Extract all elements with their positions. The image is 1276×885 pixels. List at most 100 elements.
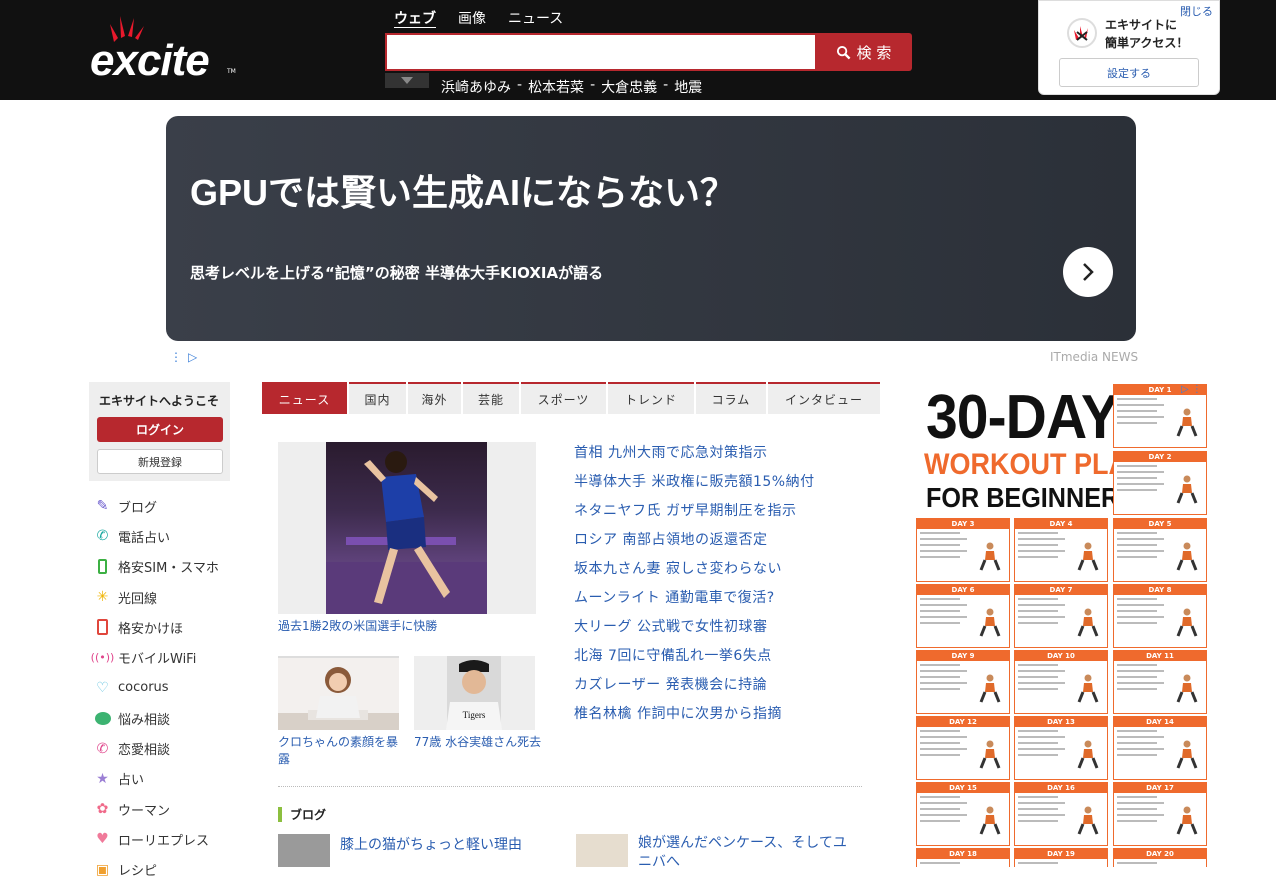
trending-keyword[interactable]: 大倉忠義	[601, 77, 657, 97]
side-nav-phone-fortune[interactable]: ✆ 電話占い	[94, 521, 244, 551]
exercise-figure-icon	[1176, 475, 1198, 504]
side-nav-label: 格安SIM・スマホ	[118, 561, 219, 577]
excite-logo[interactable]: excite TM	[90, 14, 236, 85]
ad-banner-title: GPUでは賢い生成AIにならない？	[190, 172, 737, 213]
tab-entertainment[interactable]: 芸能	[463, 382, 519, 414]
headline-item[interactable]: ムーンライト 通勤電車で復活?	[574, 588, 874, 617]
headline-item[interactable]: 大リーグ 公式戦で女性初球審	[574, 617, 874, 646]
featured-main-caption[interactable]: 過去1勝2敗の米国選手に快勝	[278, 618, 536, 635]
featured-main-image[interactable]	[278, 442, 536, 614]
exercise-list	[1117, 730, 1169, 760]
headline-item[interactable]: ネタニヤフ氏 ガザ早期制圧を指示	[574, 501, 874, 530]
logo-tm: TM	[227, 68, 236, 75]
headline-item[interactable]: 首相 九州大雨で応急対策指示	[574, 443, 874, 472]
workout-day-label: DAY 9	[917, 651, 1009, 661]
more-options-icon[interactable]: ⋮	[170, 350, 182, 364]
workout-ad-subtitle2: FOR BEGINNERS	[926, 482, 1137, 513]
exercise-list	[920, 598, 972, 628]
workout-day-label: DAY 10	[1015, 651, 1107, 661]
exercise-figure-icon	[1077, 542, 1099, 571]
side-nav-laurier[interactable]: ♥ ローリエプレス	[94, 824, 244, 854]
blog-item-title[interactable]: 娘が選んだペンケース、そしてユニバへ	[638, 834, 858, 872]
tab-trend[interactable]: トレンド	[608, 382, 694, 414]
side-nav-wifi[interactable]: ((•)) モバイルWiFi	[91, 642, 244, 672]
side-nav-unlimited-call[interactable]: 格安かけほ	[94, 612, 244, 642]
workout-ad[interactable]: 30-DAY WORKOUT PLAN FOR BEGINNERS DAY 1D…	[916, 382, 1208, 867]
search-tab-web[interactable]: ウェブ	[394, 8, 436, 28]
headline-item[interactable]: 椎名林檎 作詞中に次男から指摘	[574, 704, 874, 733]
headline-item[interactable]: ロシア 南部占領地の返還否定	[574, 530, 874, 559]
adchoices-icon[interactable]: ▷	[188, 350, 197, 364]
search-tab-images[interactable]: 画像	[458, 8, 486, 28]
trending-separator: -	[590, 77, 596, 93]
ad-banner[interactable]: GPUでは賢い生成AIにならない？ 思考レベルを上げる“記憶”の秘密 半導体大手…	[166, 116, 1136, 341]
exercise-figure-icon	[979, 608, 1001, 637]
side-nav-label: ウーマン	[118, 803, 171, 819]
trending-keyword[interactable]: 浜崎あゆみ	[441, 77, 511, 97]
workout-day-label: DAY 7	[1015, 585, 1107, 595]
tab-news[interactable]: ニュース	[262, 382, 347, 414]
headline-item[interactable]: 北海 7回に守備乱れ一挙6失点	[574, 646, 874, 675]
ad-banner-arrow-button[interactable]	[1063, 247, 1113, 297]
quick-access-settings-button[interactable]: 設定する	[1059, 58, 1199, 87]
trending-keyword[interactable]: 松本若菜	[528, 77, 584, 97]
tab-world[interactable]: 海外	[408, 382, 461, 414]
workout-day-card: DAY 7	[1014, 584, 1108, 648]
heading-accent-bar	[278, 807, 282, 822]
side-nav-love[interactable]: ✆ 恋愛相談	[94, 733, 244, 763]
tab-column[interactable]: コラム	[696, 382, 766, 414]
workout-day-label: DAY 13	[1015, 717, 1107, 727]
adchoices-icon[interactable]: ▷ ⋮	[1181, 384, 1202, 395]
quick-access-line2: 簡単アクセス！	[1105, 36, 1189, 50]
side-nav-label: 悩み相談	[118, 712, 171, 728]
exercise-list	[920, 862, 972, 867]
exercise-figure-icon	[1077, 806, 1099, 835]
workout-day-card: DAY 5	[1113, 518, 1207, 582]
featured-sub2-image[interactable]: Tigers	[414, 656, 535, 730]
featured-sub2-caption[interactable]: 77歳 水谷実雄さん死去	[414, 734, 544, 751]
blog-thumb-cat[interactable]	[278, 834, 330, 867]
featured-sub1-caption[interactable]: クロちゃんの素顔を暴露	[278, 734, 402, 768]
side-nav-counsel[interactable]: 悩み相談	[94, 703, 244, 733]
side-nav-fortune[interactable]: ★ 占い	[94, 764, 244, 794]
side-nav-cocorus[interactable]: ♡ cocorus	[94, 673, 244, 703]
workout-day-label: DAY 19	[1015, 849, 1107, 859]
featured-sub1-image[interactable]	[278, 656, 399, 730]
headline-item[interactable]: 半導体大手 米政権に販売額15%納付	[574, 472, 874, 501]
headline-item[interactable]: カズレーザー 発表機会に持論	[574, 675, 874, 704]
workout-day-card: DAY 17	[1113, 782, 1207, 846]
exercise-figure-icon	[1176, 608, 1198, 637]
workout-day-label: DAY 4	[1015, 519, 1107, 529]
trending-keyword[interactable]: 地震	[674, 77, 702, 97]
login-button[interactable]: ログイン	[97, 417, 223, 442]
jersey-text: Tigers	[463, 710, 486, 720]
blog-item-title[interactable]: 膝上の猫がちょっと軽い理由	[340, 834, 522, 854]
side-nav-blog[interactable]: ✎ ブログ	[94, 491, 244, 521]
workout-day-label: DAY 20	[1114, 849, 1206, 859]
side-nav-label: 格安かけほ	[118, 621, 184, 637]
search-tab-news[interactable]: ニュース	[508, 8, 563, 28]
side-nav-fiber[interactable]: ✳ 光回線	[94, 582, 244, 612]
exercise-list	[1117, 598, 1169, 628]
star-icon: ★	[96, 770, 109, 787]
search-input[interactable]	[385, 33, 815, 71]
tab-sports[interactable]: スポーツ	[521, 382, 606, 414]
exercise-list	[920, 796, 972, 826]
search-button[interactable]: 検 索	[815, 33, 912, 71]
exercise-list	[1018, 730, 1070, 760]
ad-info[interactable]: ⋮ ▷	[170, 350, 197, 364]
tab-interview[interactable]: インタビュー	[768, 382, 880, 414]
headline-list: 首相 九州大雨で応急対策指示 半導体大手 米政権に販売額15%納付 ネタニヤフ氏…	[574, 443, 874, 733]
welcome-title: エキサイトへようこそ	[99, 394, 220, 408]
blog-thumb-pencase[interactable]	[576, 834, 628, 867]
tab-domestic[interactable]: 国内	[349, 382, 406, 414]
side-nav-recipe[interactable]: ▣ レシピ	[94, 855, 244, 885]
workout-day-card: DAY 12	[916, 716, 1010, 780]
side-nav-sim[interactable]: 格安SIM・スマホ	[94, 552, 244, 582]
workout-day-label: DAY 17	[1114, 783, 1206, 793]
side-nav-woman[interactable]: ✿ ウーマン	[94, 794, 244, 824]
register-button[interactable]: 新規登録	[97, 449, 223, 474]
side-nav-label: ローリエプレス	[118, 833, 210, 849]
search-options-toggle[interactable]	[385, 73, 429, 88]
headline-item[interactable]: 坂本九さん妻 寂しさ変わらない	[574, 559, 874, 588]
